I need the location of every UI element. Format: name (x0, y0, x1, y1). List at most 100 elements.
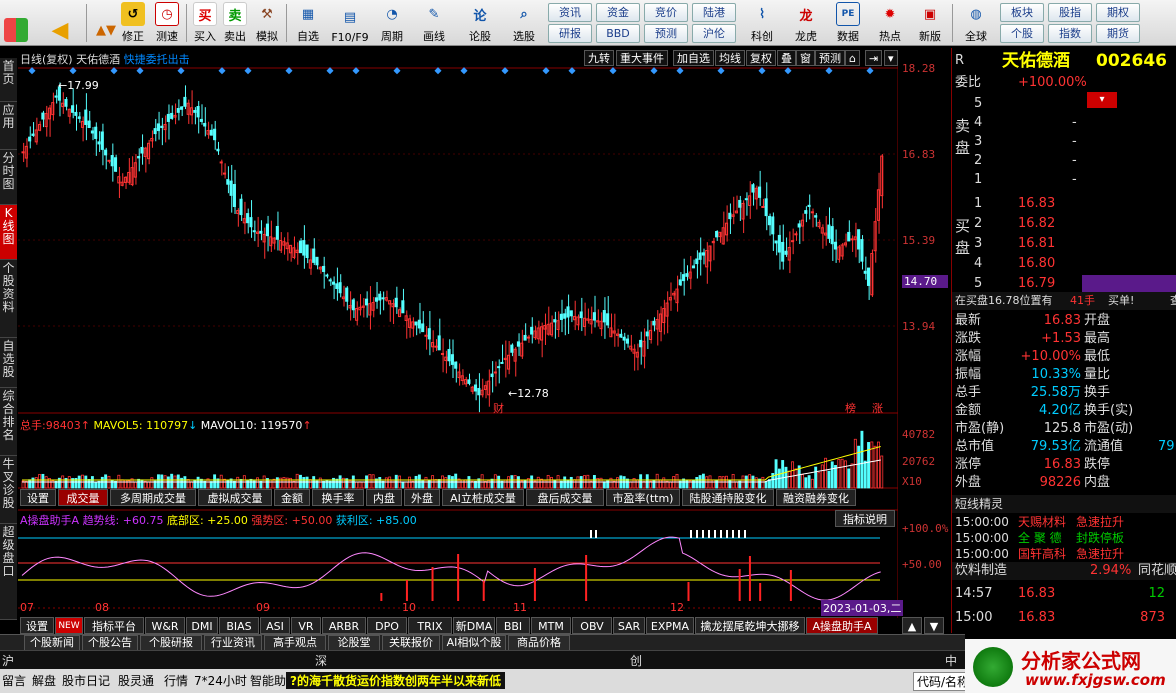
status-item[interactable]: 解盘 (32, 672, 56, 689)
status-item[interactable]: 留言 (2, 672, 26, 689)
signal-row[interactable]: 15:00:00 国轩高科 急速拉升 (952, 545, 1176, 563)
buy-row[interactable]: 1 16.83 (952, 195, 1176, 213)
sell-row[interactable]: 5 (952, 95, 1176, 113)
csi-market[interactable]: 中 (945, 652, 957, 669)
scroll-down-icon[interactable]: ▼ (924, 617, 944, 634)
sell-button[interactable]: 卖卖出 (220, 2, 250, 44)
buy-row[interactable]: 3 16.81 (952, 235, 1176, 253)
screen-button[interactable]: ⌕ 选股 (504, 2, 544, 44)
sz-market[interactable]: 深 (315, 652, 327, 669)
watchlist-button[interactable]: ▦ 自选 (290, 2, 326, 44)
finance-badge[interactable]: 财 (493, 400, 504, 416)
research-button[interactable]: 研报 (548, 24, 592, 43)
volume-tab[interactable]: 金额 (274, 489, 310, 506)
big-order-tip[interactable]: 在买盘16.78位置有 41手 买单! 查 (952, 292, 1176, 310)
indicator-tab[interactable]: 指标平台 (84, 617, 144, 634)
news-tab[interactable]: 行业资讯 (204, 635, 262, 651)
indicator-tab[interactable]: 设置 (20, 617, 54, 634)
f10-button[interactable]: ▤ F10/F9 (328, 2, 372, 45)
indicator-tab[interactable]: BIAS (219, 617, 259, 634)
hk-connect-button[interactable]: 陆港 (692, 3, 736, 22)
lock-icon[interactable]: ⌂ (845, 50, 860, 66)
volume-tab[interactable]: 设置 (20, 489, 56, 506)
indicator-tab[interactable]: VR (291, 617, 321, 634)
indicator-help-button[interactable]: 指标说明 (835, 510, 895, 527)
news-tab[interactable]: 个股公告 (82, 635, 138, 651)
volume-tab[interactable]: 市盈率(ttm) (606, 489, 680, 506)
add-watchlist-button[interactable]: 加自选 (673, 50, 714, 66)
news-tab[interactable]: 高手观点 (264, 635, 326, 651)
indicator-tab[interactable]: BBI (496, 617, 530, 634)
star-button[interactable]: ⌇ 科创 (742, 2, 782, 44)
tab-kline[interactable]: K线图 (0, 205, 17, 260)
tab-apps[interactable]: 应用 (0, 102, 17, 150)
indicator-tab[interactable]: DMI (186, 617, 218, 634)
window-button[interactable]: 窗 (796, 50, 815, 66)
period-button[interactable]: ◔ 周期 (374, 2, 410, 44)
new-version-button[interactable]: ▣ 新版 (912, 2, 948, 44)
volume-tab[interactable]: 成交量 (58, 489, 108, 506)
dragon-tiger-button[interactable]: 龙龙虎 (786, 2, 826, 44)
forecast-chart-button[interactable]: 预测 (815, 50, 845, 66)
tab-ranking[interactable]: 综合排名 (0, 388, 17, 456)
status-item[interactable]: 股灵通 (118, 672, 154, 689)
sell-row[interactable]: 2- (952, 152, 1176, 170)
news-button[interactable]: 资讯 (548, 3, 592, 22)
indicator-tab[interactable]: TRIX (408, 617, 452, 634)
news-tab[interactable]: 个股新闻 (24, 635, 80, 651)
hot-button[interactable]: ✹ 热点 (870, 2, 910, 44)
news-tab[interactable]: 个股研报 (140, 635, 202, 651)
indicator-tab[interactable]: DPO (367, 617, 407, 634)
tab-superpanel[interactable]: 超级盘口 (0, 524, 17, 620)
tab-watchlist[interactable]: 自选股 (0, 338, 17, 388)
limit-up-badge[interactable]: 涨 (872, 400, 883, 416)
kline-chart[interactable] (18, 48, 898, 618)
windows-icon[interactable] (4, 2, 28, 44)
global-button[interactable]: ◍ 全球 (956, 2, 996, 44)
bbd-button[interactable]: BBD (596, 24, 640, 43)
volume-tab[interactable]: 内盘 (366, 489, 402, 506)
indicator-tab[interactable]: ASI (260, 617, 290, 634)
forecast-button[interactable]: 预测 (644, 24, 688, 43)
adjust-button[interactable]: 复权 (746, 50, 776, 66)
volume-tab[interactable]: 盘后成交量 (526, 489, 604, 506)
status-item[interactable]: 7*24小时 (194, 672, 247, 689)
indicator-tab[interactable]: W&R (145, 617, 185, 634)
chinext-market[interactable]: 创 (630, 652, 642, 669)
news-tab[interactable]: 关联报价 (382, 635, 440, 651)
dropdown-icon[interactable]: ▾ (884, 50, 898, 66)
auction-button[interactable]: 竞价 (644, 3, 688, 22)
ranking-badge[interactable]: 榜 (845, 400, 856, 416)
discuss-button[interactable]: 论论股 (462, 2, 498, 44)
volume-tab[interactable]: AI立桩成交量 (442, 489, 524, 506)
volume-tab[interactable]: 多周期成交量 (110, 489, 196, 506)
draw-button[interactable]: ✎ 画线 (416, 2, 452, 44)
status-item[interactable]: 行情 (164, 672, 188, 689)
exit-icon[interactable]: ⇥ (865, 50, 883, 66)
indicator-tab[interactable]: 擒龙摆尾乾坤大挪移 (695, 617, 805, 634)
indicator-tab[interactable]: 新DMA (453, 617, 495, 634)
volume-tab[interactable]: 虚拟成交量 (198, 489, 272, 506)
buy-row[interactable]: 2 16.82 (952, 215, 1176, 233)
stock-button[interactable]: 个股 (1000, 24, 1044, 43)
tab-diagnose[interactable]: 牛叉诊股 (0, 456, 17, 524)
tab-home[interactable]: 首页 (0, 58, 17, 102)
indicator-tab[interactable]: OBV (572, 617, 612, 634)
tab-timeshare[interactable]: 分时图 (0, 150, 17, 205)
data-button[interactable]: PE 数据 (828, 2, 868, 44)
tab-profile[interactable]: 个股资料 (0, 260, 17, 338)
major-events-button[interactable]: 重大事件 (616, 50, 668, 66)
indicator-tab[interactable]: EXPMA (646, 617, 694, 634)
funds-button[interactable]: 资金 (596, 3, 640, 22)
sell-row[interactable]: 4- (952, 114, 1176, 132)
ma-button[interactable]: 均线 (715, 50, 745, 66)
volume-tab[interactable]: 外盘 (404, 489, 440, 506)
volume-tab[interactable]: 融资融券变化 (776, 489, 856, 506)
sector-button[interactable]: 板块 (1000, 3, 1044, 22)
sell-row[interactable]: 3- (952, 133, 1176, 151)
overlay-button[interactable]: 叠 (777, 50, 796, 66)
futures-button[interactable]: 期货 (1096, 24, 1140, 43)
index-futures-button[interactable]: 股指 (1048, 3, 1092, 22)
indicator-tab[interactable]: MTM (531, 617, 571, 634)
indicator-tab[interactable]: SAR (613, 617, 645, 634)
